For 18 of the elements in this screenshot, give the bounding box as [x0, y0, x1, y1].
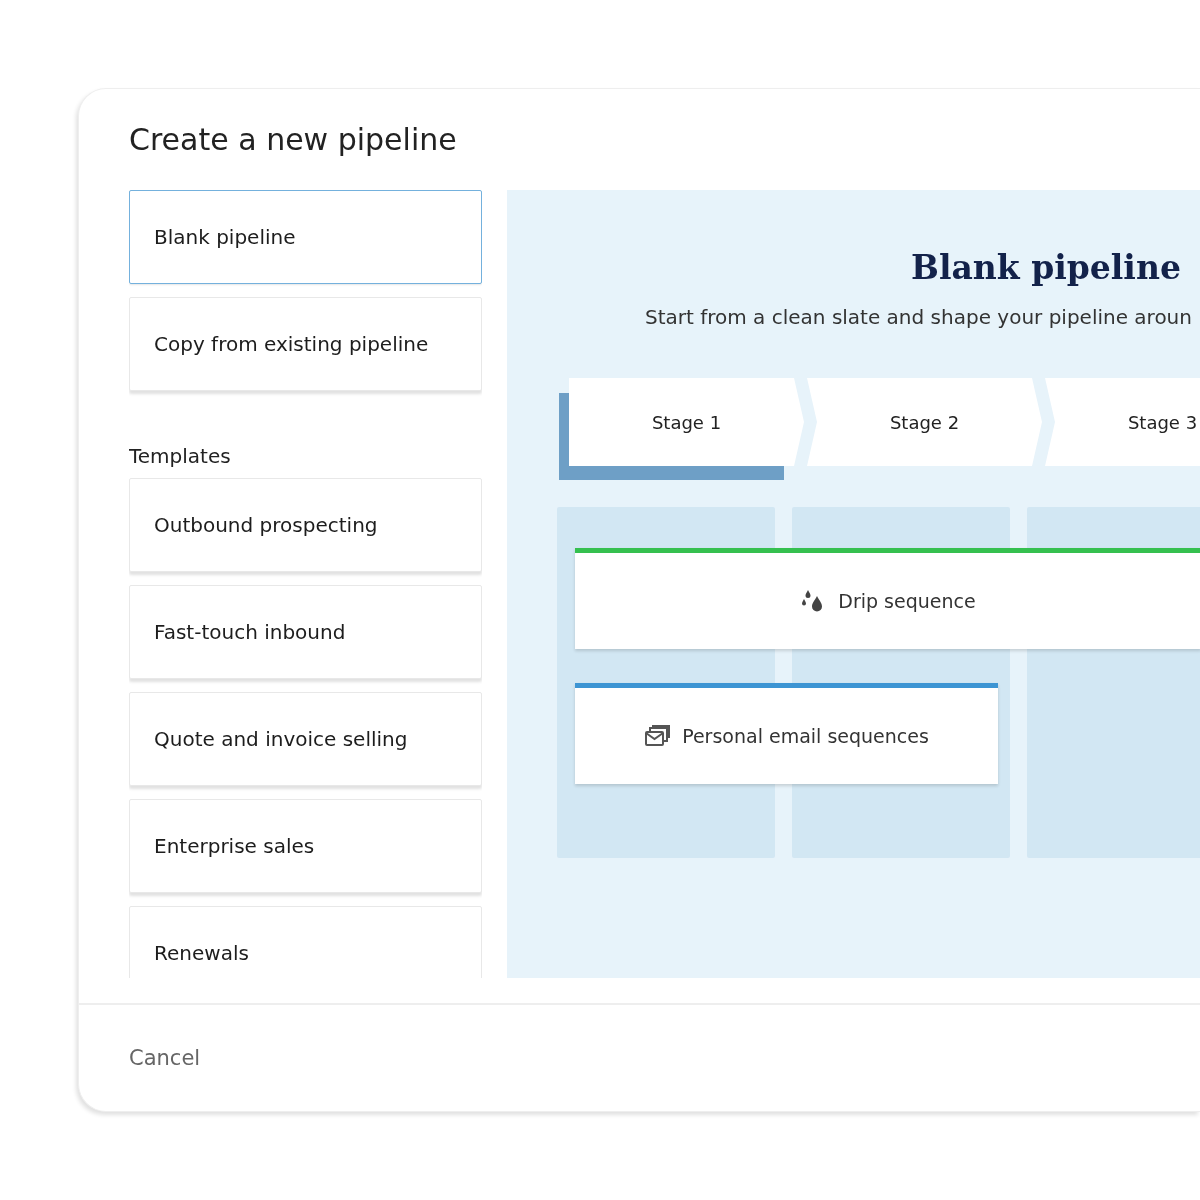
- template-card[interactable]: Outbound prospecting: [129, 478, 482, 572]
- stage-tab[interactable]: Stage 3: [1045, 378, 1200, 466]
- template-card[interactable]: Renewals: [129, 906, 482, 978]
- stacked-envelopes-icon: [644, 725, 671, 747]
- preview-subtitle: Start from a clean slate and shape your pipeline aroun: [645, 304, 1193, 330]
- stage-tab[interactable]: Stage 1: [559, 378, 804, 480]
- card-label: Drip sequence: [838, 590, 976, 612]
- section-heading: Templates: [129, 444, 232, 468]
- option-card[interactable]: Copy from existing pipeline: [129, 297, 482, 391]
- dialog-title: Create a new pipeline: [129, 121, 458, 159]
- template-card[interactable]: Fast-touch inbound: [129, 585, 482, 679]
- option-card[interactable]: Blank pipeline: [129, 190, 482, 284]
- cancel-button[interactable]: Cancel: [129, 1046, 201, 1070]
- card-label: Personal email sequences: [682, 725, 929, 747]
- template-card[interactable]: Enterprise sales: [129, 799, 482, 893]
- template-card[interactable]: Quote and invoice selling: [129, 692, 482, 786]
- stage-tab[interactable]: Stage 2: [807, 378, 1042, 466]
- preview-title: Blank pipeline: [911, 248, 1182, 288]
